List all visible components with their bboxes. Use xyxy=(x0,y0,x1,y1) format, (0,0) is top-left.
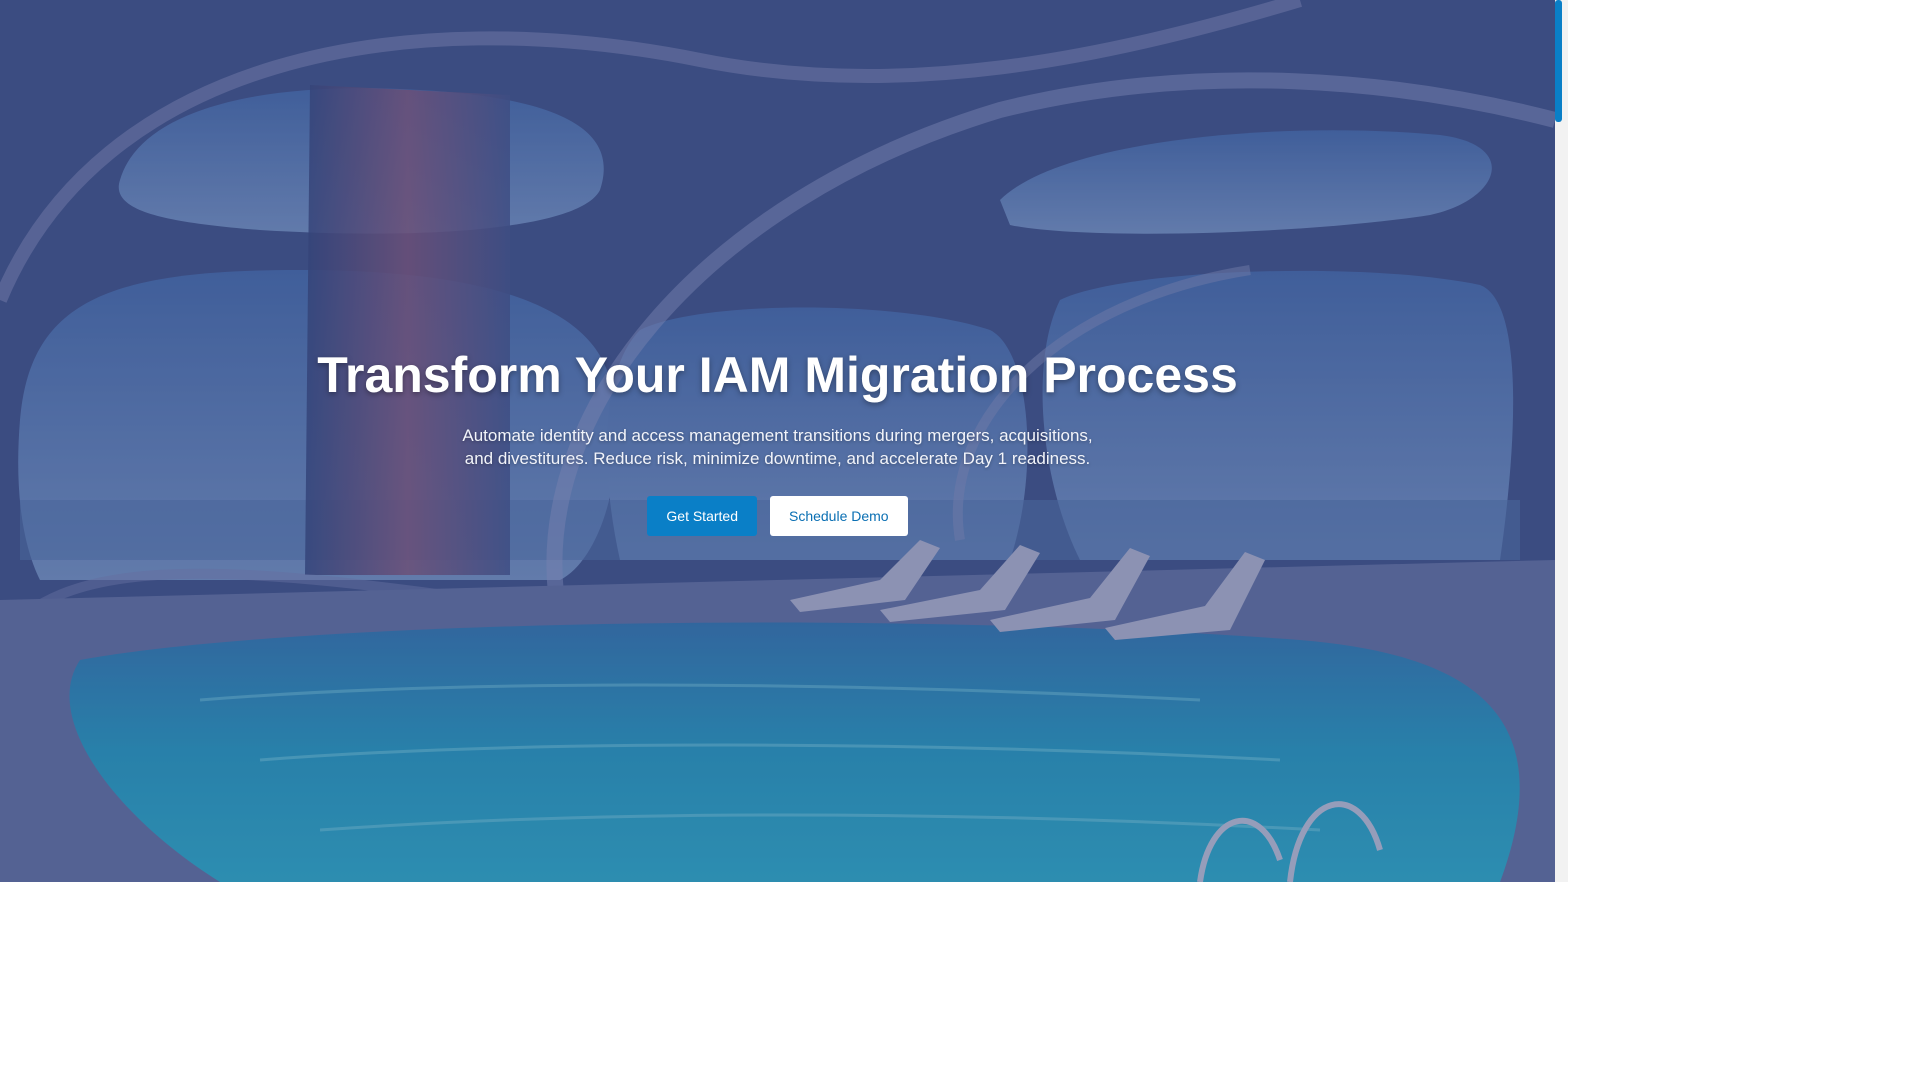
get-started-button[interactable]: Get Started xyxy=(647,496,757,536)
scrollbar-thumb[interactable] xyxy=(1555,0,1562,122)
scrollbar-track[interactable] xyxy=(1555,0,1568,882)
schedule-demo-button[interactable]: Schedule Demo xyxy=(769,496,908,536)
hero-section: Transform Your IAM Migration Process Aut… xyxy=(0,0,1555,882)
hero-title: Transform Your IAM Migration Process xyxy=(317,347,1238,403)
hero-subtitle: Automate identity and access management … xyxy=(462,426,1093,468)
hero-buttons: Get Started Schedule Demo xyxy=(0,496,1555,536)
hero-content: Transform Your IAM Migration Process Aut… xyxy=(0,340,1555,536)
